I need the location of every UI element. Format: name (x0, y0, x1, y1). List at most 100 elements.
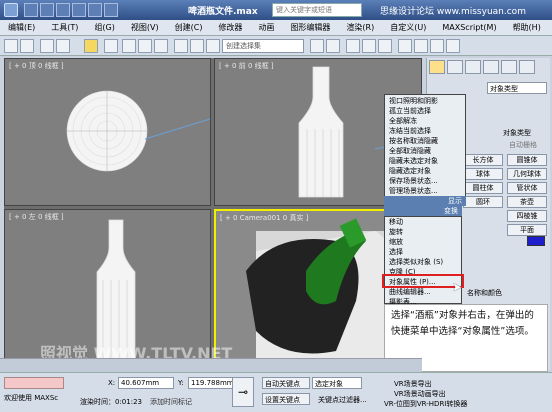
render-setup-icon[interactable] (414, 39, 428, 53)
utilities-tab[interactable] (519, 60, 535, 74)
welcome-text: 欢迎使用 MAXSc (4, 394, 59, 402)
project-icon[interactable] (104, 3, 118, 17)
render-icon[interactable] (446, 39, 460, 53)
render-time: 渲染时间：0:01:23 (80, 398, 142, 406)
menu-help[interactable]: 帮助(H) (505, 22, 549, 33)
selected-dropdown[interactable]: 选定对象 (312, 377, 362, 389)
link-icon[interactable] (40, 39, 54, 53)
new-icon[interactable] (24, 3, 38, 17)
qm-viewport-lighting[interactable]: 视口照明和阴影 (389, 96, 438, 106)
hierarchy-tab[interactable] (465, 60, 481, 74)
select-icon[interactable] (84, 39, 98, 53)
key-icon[interactable]: ⊸ (232, 377, 254, 407)
viewport-top[interactable]: [ + 0 顶 0 线框 ] (4, 58, 211, 206)
watermark: 思缘设计论坛 www.missyuan.com (380, 7, 526, 17)
menu-create[interactable]: 创建(C) (167, 22, 211, 33)
tube-button[interactable]: 管状体 (507, 182, 547, 194)
mouse-cursor-icon: ➤ (452, 280, 463, 294)
angle-snap-icon[interactable] (190, 39, 204, 53)
menu-group[interactable]: 组(G) (86, 22, 122, 33)
qm-freeze-selection[interactable]: 冻结当前选择 (389, 126, 431, 136)
qm-unfreeze-all[interactable]: 全部解冻 (389, 116, 417, 126)
layer-icon[interactable] (346, 39, 360, 53)
mirror-icon[interactable] (310, 39, 324, 53)
search-input[interactable]: 键入关键字或短语 (272, 3, 362, 17)
pyramid-button[interactable]: 四棱锥 (507, 210, 547, 222)
geosphere-button[interactable]: 几何球体 (507, 168, 547, 180)
quad-menu-transform: 移动 旋转 缩放 选择 选择类似对象 (S) 克隆 (C) 对象属性 (P)..… (384, 216, 462, 306)
percent-snap-icon[interactable] (206, 39, 220, 53)
menu-view[interactable]: 视图(V) (123, 22, 167, 33)
qm-select[interactable]: 选择 (389, 247, 403, 257)
teapot-button[interactable]: 茶壶 (507, 196, 547, 208)
motion-tab[interactable] (483, 60, 499, 74)
vray-scene-export[interactable]: VR场景导出 (394, 379, 432, 389)
display-tab[interactable] (501, 60, 517, 74)
vray-hdri-converter[interactable]: VR-位图到VR-HDRI转换器 (384, 399, 467, 409)
unlink-icon[interactable] (56, 39, 70, 53)
qm-unhide-all[interactable]: 全部取消隐藏 (389, 146, 431, 156)
object-color-swatch[interactable] (527, 236, 545, 246)
menu-modifiers[interactable]: 修改器 (210, 22, 250, 33)
maxscript-listener[interactable] (4, 377, 64, 389)
qm-curve-editor[interactable]: 曲线编辑器... (389, 287, 431, 297)
vray-animation-export[interactable]: VR场景动画导出 (394, 389, 446, 399)
torus-button[interactable]: 圆环 (463, 196, 503, 208)
menu-tools[interactable]: 工具(T) (43, 22, 86, 33)
qm-save-scene-state[interactable]: 保存场景状态... (389, 176, 438, 186)
menu-animation[interactable]: 动画 (250, 22, 282, 33)
menu-customize[interactable]: 自定义(U) (382, 22, 434, 33)
undo-icon[interactable] (4, 39, 18, 53)
bottle-top-wireframe (66, 90, 210, 172)
timeline[interactable] (0, 358, 422, 372)
object-type-dropdown[interactable]: 对象类型 (487, 82, 547, 94)
qm-hide-unselected[interactable]: 隐藏未选定对象 (389, 156, 438, 166)
cone-button[interactable]: 圆锥体 (507, 154, 547, 166)
set-key-button[interactable]: 设置关键点 (262, 393, 310, 405)
qm-scale[interactable]: 缩放 (389, 237, 403, 247)
menu-maxscript[interactable]: MAXScript(M) (434, 23, 504, 32)
qm-select-similar[interactable]: 选择类似对象 (S) (389, 257, 443, 267)
scale-icon[interactable] (154, 39, 168, 53)
create-tab[interactable] (429, 60, 445, 74)
qm-move[interactable]: 移动 (389, 217, 403, 227)
align-icon[interactable] (326, 39, 340, 53)
redo-icon[interactable] (20, 39, 34, 53)
menu-rendering[interactable]: 渲染(R) (338, 22, 382, 33)
sphere-button[interactable]: 球体 (463, 168, 503, 180)
render-frame-icon[interactable] (430, 39, 444, 53)
qm-hide-selection[interactable]: 隐藏选定对象 (389, 166, 431, 176)
app-icon[interactable] (4, 3, 18, 17)
open-icon[interactable] (40, 3, 54, 17)
qm-unhide-by-name[interactable]: 按名称取消隐藏 (389, 136, 438, 146)
cylinder-button[interactable]: 圆柱体 (463, 182, 503, 194)
status-bar: 欢迎使用 MAXSc X: 40.607mm Y: 119.788mm 渲染时间… (0, 372, 552, 412)
plane-button[interactable]: 平面 (507, 224, 547, 236)
undo-icon[interactable] (72, 3, 86, 17)
selection-set-dropdown[interactable]: 创建选择集 (222, 39, 304, 53)
box-button[interactable]: 长方体 (463, 154, 503, 166)
qm-manage-scene-states[interactable]: 管理场景状态... (389, 186, 438, 196)
snap-icon[interactable] (174, 39, 188, 53)
save-icon[interactable] (56, 3, 70, 17)
auto-key-button[interactable]: 自动关键点 (262, 377, 310, 389)
qm-isolate-selection[interactable]: 孤立当前选择 (389, 106, 431, 116)
qm-rotate[interactable]: 旋转 (389, 227, 403, 237)
x-coordinate-field[interactable]: 40.607mm (118, 377, 174, 389)
menu-graph-editors[interactable]: 图形编辑器 (282, 22, 338, 33)
material-editor-icon[interactable] (398, 39, 412, 53)
title-bar: 啤酒瓶文件.max 键入关键字或短语 思缘设计论坛 www.missyuan.c… (0, 0, 552, 20)
autogrid-checkbox[interactable]: 自动栅格 (509, 140, 549, 150)
rotate-icon[interactable] (138, 39, 152, 53)
redo-icon[interactable] (88, 3, 102, 17)
viewport-area: [ + 0 顶 0 线框 ] [ + 0 前 0 线框 ] [ + 0 左 0 … (4, 58, 422, 370)
menu-bar: 编辑(E) 工具(T) 组(G) 视图(V) 创建(C) 修改器 动画 图形编辑… (0, 20, 552, 36)
add-time-tag[interactable]: 添加时间标记 (150, 397, 192, 407)
key-filters-button[interactable]: 关键点过滤器... (318, 395, 367, 405)
select-by-name-icon[interactable] (104, 39, 118, 53)
move-icon[interactable] (122, 39, 136, 53)
modify-tab[interactable] (447, 60, 463, 74)
menu-edit[interactable]: 编辑(E) (0, 22, 43, 33)
curve-editor-icon[interactable] (362, 39, 376, 53)
schematic-icon[interactable] (378, 39, 392, 53)
